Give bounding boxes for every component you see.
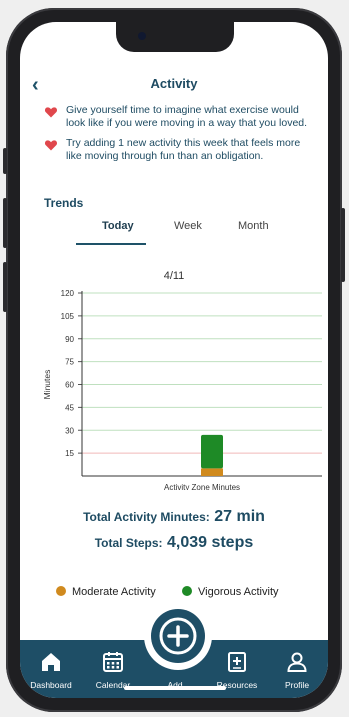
- moderate-dot-icon: [56, 586, 66, 596]
- y-tick-label: 120: [61, 289, 75, 298]
- volume-down-button: [3, 262, 7, 312]
- y-tick-label: 75: [65, 358, 74, 367]
- legend-vigorous: Vigorous Activity: [182, 586, 279, 598]
- notch: [116, 22, 234, 52]
- heart-icon: [44, 107, 58, 118]
- total-activity-value: 27 min: [214, 508, 265, 525]
- y-tick-label: 45: [65, 403, 74, 412]
- legend-moderate: Moderate Activity: [56, 586, 156, 598]
- mute-switch: [3, 148, 7, 174]
- active-tab-indicator: [76, 243, 146, 245]
- y-axis-label: Minutes: [42, 370, 52, 400]
- bar-segment: [201, 468, 223, 476]
- calendar-icon: [103, 652, 123, 672]
- y-tick-label: 60: [65, 381, 74, 390]
- tab-today[interactable]: Today: [102, 220, 134, 232]
- home-indicator: [124, 686, 226, 690]
- y-tick-label: 90: [65, 335, 74, 344]
- legend-label: Moderate Activity: [72, 586, 156, 598]
- total-steps-label: Total Steps:: [94, 536, 163, 550]
- tip-item: Try adding 1 new activity this week that…: [44, 137, 316, 163]
- nav-label: Profile: [284, 680, 310, 690]
- x-axis-label: Activity Zone Minutes: [164, 483, 240, 490]
- bar-segment: [201, 434, 223, 469]
- add-button[interactable]: [151, 609, 205, 663]
- volume-up-button: [3, 198, 7, 248]
- app-header: ‹ Activity: [20, 74, 328, 98]
- nav-label: Dashboard: [30, 680, 72, 690]
- page-title: Activity: [150, 76, 198, 91]
- activity-chart: 15 30 45 60 75 90 105 120 Minutes Activity Zone M…: [42, 289, 322, 490]
- plus-icon: [159, 617, 197, 655]
- tab-month[interactable]: Month: [238, 220, 269, 232]
- tip-item: Give yourself time to imagine what exerc…: [44, 104, 316, 130]
- total-activity-minutes: Total Activity Minutes: 27 min: [20, 508, 328, 526]
- nav-dashboard[interactable]: Dashboard: [20, 640, 82, 698]
- power-button: [341, 208, 345, 282]
- resources-icon: [228, 652, 246, 672]
- vigorous-dot-icon: [182, 586, 192, 596]
- home-icon: [42, 653, 60, 671]
- tab-week[interactable]: Week: [174, 220, 202, 232]
- period-tabs: Today Week Month: [76, 220, 296, 246]
- app-screen: ‹ Activity Give yourself time to imagine…: [20, 22, 328, 698]
- tips-list: Give yourself time to imagine what exerc…: [44, 104, 316, 170]
- phone-frame: ‹ Activity Give yourself time to imagine…: [3, 8, 345, 712]
- profile-icon: [287, 652, 307, 672]
- y-tick-label: 30: [65, 426, 74, 435]
- heart-icon: [44, 140, 58, 151]
- nav-profile[interactable]: Profile: [266, 640, 328, 698]
- y-tick-label: 105: [61, 312, 75, 321]
- tip-text: Give yourself time to imagine what exerc…: [66, 104, 308, 129]
- trends-heading: Trends: [44, 196, 84, 210]
- total-steps: Total Steps: 4,039 steps: [20, 534, 328, 552]
- y-tick-label: 15: [65, 449, 74, 458]
- front-camera: [138, 32, 146, 40]
- total-activity-label: Total Activity Minutes:: [83, 510, 210, 524]
- legend-label: Vigorous Activity: [198, 586, 279, 598]
- tip-text: Try adding 1 new activity this week that…: [66, 137, 301, 162]
- total-steps-value: 4,039 steps: [166, 534, 254, 551]
